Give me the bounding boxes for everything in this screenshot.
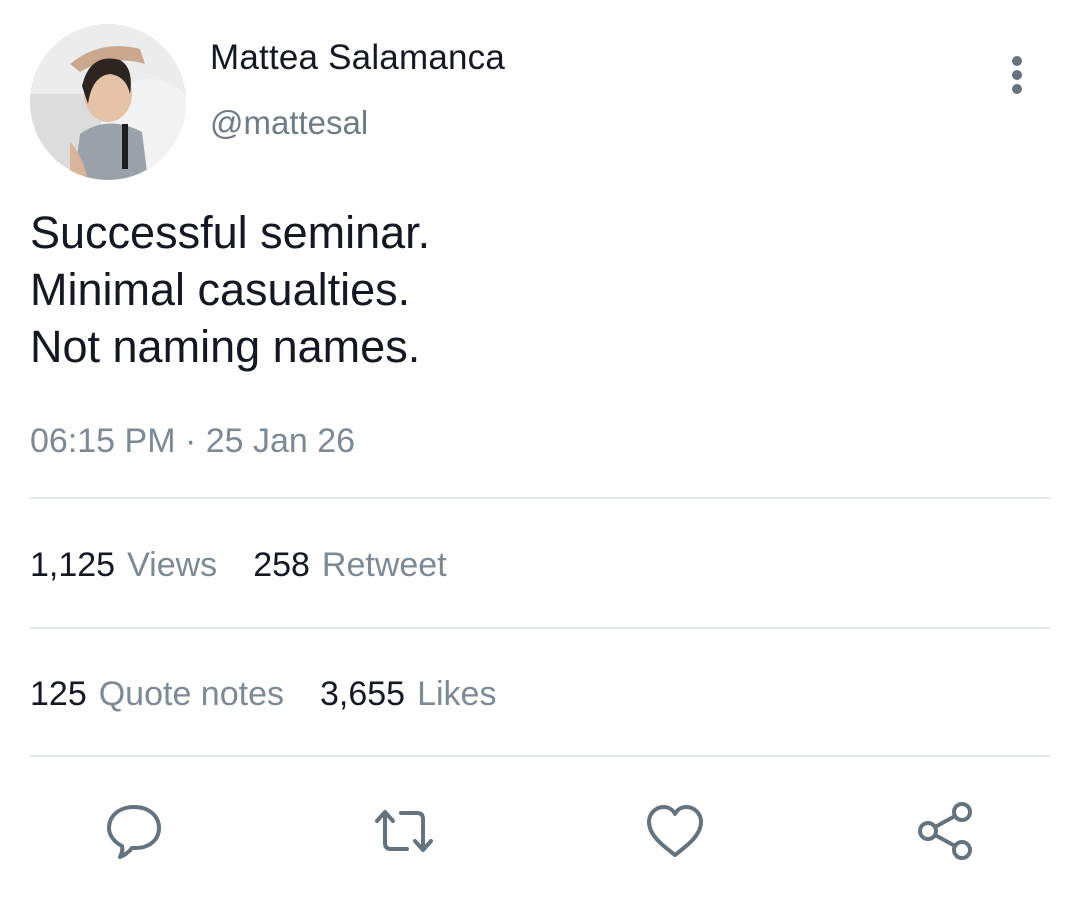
display-name[interactable]: Mattea Salamanca (210, 38, 505, 78)
views-label: Views (127, 546, 218, 584)
user-handle[interactable]: @mattesal (210, 104, 368, 142)
more-dot (1012, 70, 1022, 80)
heart-icon (647, 805, 703, 857)
tweet-line: Not naming names. (30, 321, 421, 372)
retweet-icon (375, 810, 433, 852)
divider (30, 755, 1050, 757)
divider (30, 627, 1050, 629)
retweets-label: Retweet (321, 546, 447, 584)
quotes-count: 125 (30, 675, 87, 713)
more-dot (1012, 84, 1022, 94)
more-options-icon[interactable] (996, 52, 1038, 98)
reply-bubble-icon (107, 805, 161, 859)
likes-label: Likes (417, 675, 497, 713)
tweet-line: Successful seminar. (30, 207, 431, 258)
views-stat[interactable]: 1,125 Views (30, 546, 217, 585)
more-dot (1012, 56, 1022, 66)
quotes-stat[interactable]: 125 Quote notes (30, 675, 284, 714)
views-count: 1,125 (30, 546, 116, 584)
quotes-label: Quote notes (98, 675, 284, 713)
stats-row-quotes-likes: 125 Quote notes 3,655 Likes (30, 675, 496, 714)
share-icon (918, 802, 972, 860)
retweet-button[interactable] (371, 798, 437, 864)
retweets-count: 258 (253, 546, 310, 584)
likes-count: 3,655 (319, 675, 406, 713)
stats-row-views-retweets: 1,125 Views 258 Retweet (30, 546, 447, 585)
divider (30, 497, 1050, 499)
tweet-timestamp[interactable]: 06:15 PM · 25 Jan 26 (30, 422, 355, 461)
reply-button[interactable] (101, 798, 167, 864)
avatar[interactable] (30, 24, 186, 180)
retweets-stat[interactable]: 258 Retweet (253, 546, 446, 585)
tweet-text: Successful seminar. Minimal casualties. … (30, 204, 1030, 375)
tweet-line: Minimal casualties. (30, 264, 411, 315)
like-button[interactable] (642, 798, 708, 864)
likes-stat[interactable]: 3,655 Likes (320, 675, 496, 714)
share-button[interactable] (912, 798, 978, 864)
